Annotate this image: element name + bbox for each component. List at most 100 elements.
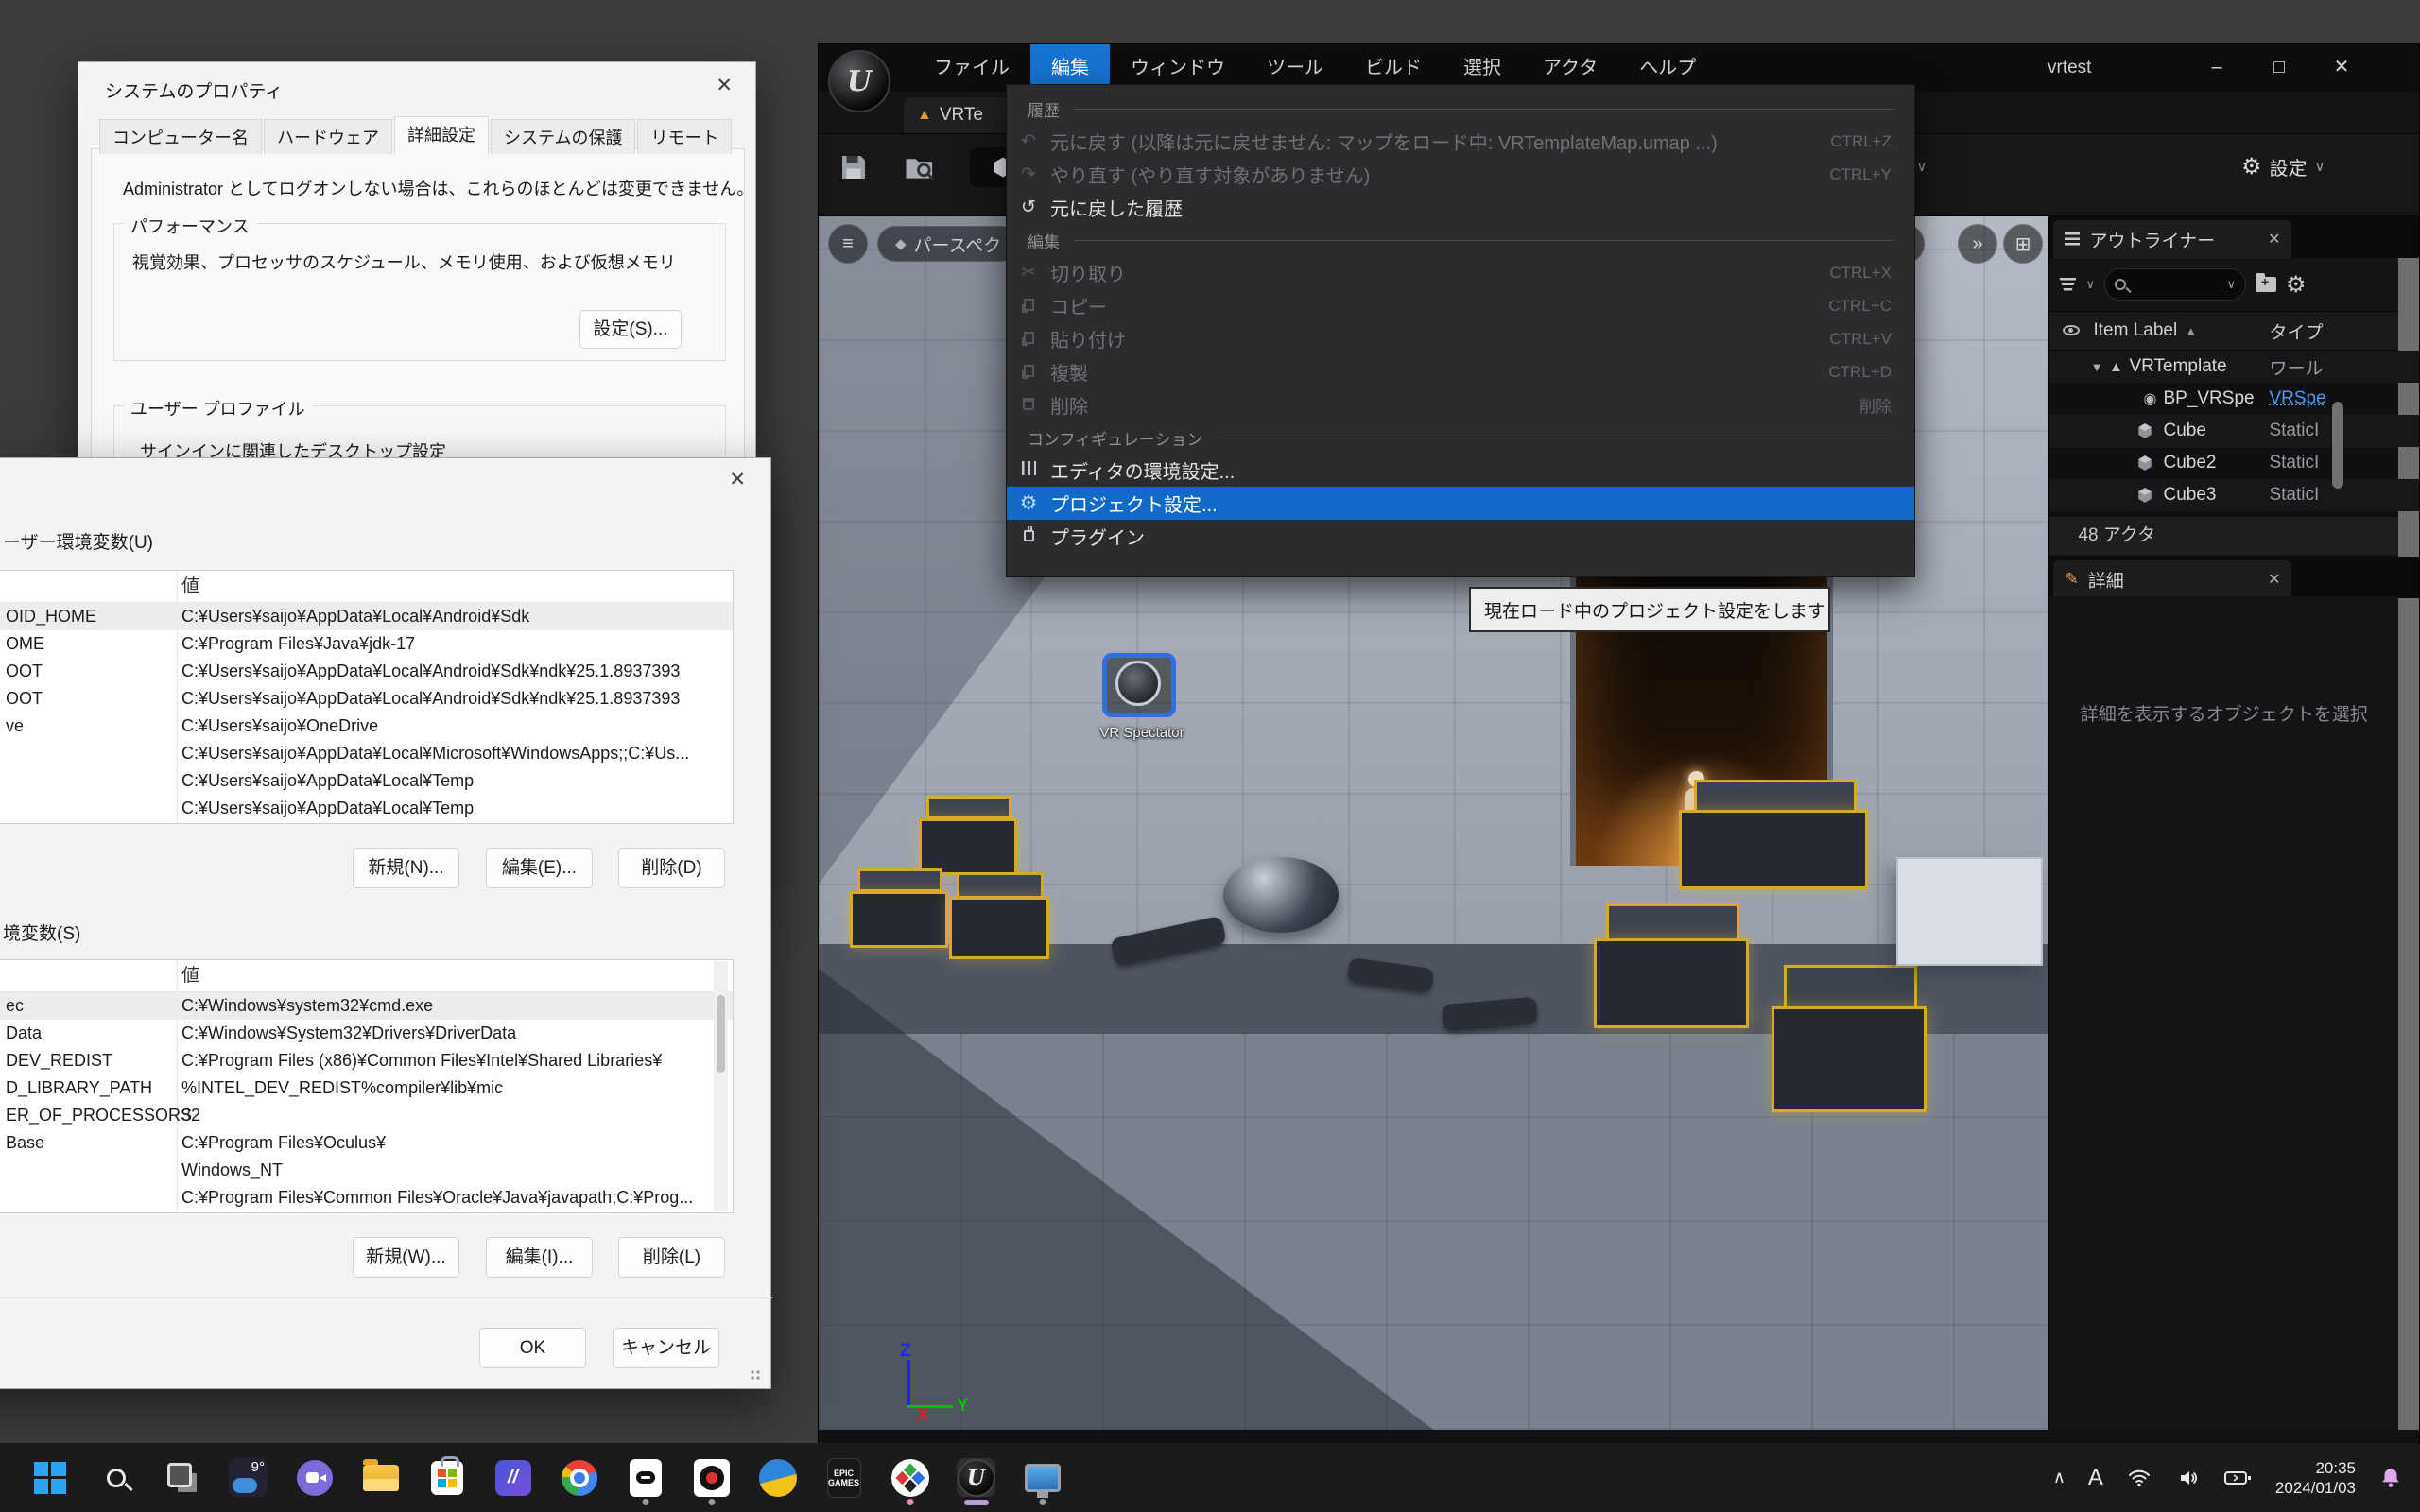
details-tab[interactable]: ✎ 詳細 ✕ [2053,560,2291,598]
env-row[interactable]: ecC:¥Windows¥system32¥cmd.exe [0,992,733,1020]
close-icon[interactable]: ✕ [716,74,733,97]
outliner-search-input[interactable]: ∨ [2104,268,2246,301]
env-row[interactable]: OID_HOMEC:¥Users¥saijo¥AppData¥Local¥And… [0,603,733,630]
outliner-row-cube[interactable]: Cube StaticI [2049,415,2419,447]
developer-hub-button[interactable] [890,1458,929,1497]
menu-item-paste[interactable]: 貼り付け CTRL+V [1007,322,1914,355]
browse-content-button[interactable] [900,147,940,187]
ok-button[interactable]: OK [479,1328,586,1368]
env-row[interactable]: veC:¥Users¥saijo¥OneDrive [0,713,733,740]
minimize-button[interactable]: – [2188,44,2245,92]
ime-indicator[interactable]: A [2088,1465,2103,1491]
close-icon[interactable]: ✕ [2268,570,2280,589]
notification-bell-icon[interactable] [2378,1466,2403,1490]
tab-advanced[interactable]: 詳細設定 [394,116,489,154]
outliner-row-bp-vrspectator[interactable]: ◉ BP_VRSpe VRSpe [2049,383,2419,415]
remote-pc-button[interactable] [1023,1458,1062,1497]
close-icon[interactable]: ✕ [2268,230,2280,249]
env-row[interactable]: D_LIBRARY_PATH%INTEL_DEV_REDIST%compiler… [0,1074,733,1102]
save-button[interactable] [834,147,873,187]
recorder-app-button[interactable] [692,1458,731,1497]
eye-icon[interactable] [2063,325,2080,335]
system-new-button[interactable]: 新規(W)... [353,1237,459,1278]
hidden-icons-button[interactable]: ∧ [2053,1468,2066,1487]
menu-item-editor-preferences[interactable]: エディタの環境設定... [1007,454,1914,487]
tab-remote[interactable]: リモート [637,119,732,154]
file-explorer-button[interactable] [361,1458,400,1497]
env-row[interactable]: C:¥Users¥saijo¥AppData¥Local¥Temp [0,795,733,822]
close-icon[interactable]: ✕ [729,468,746,491]
filter-icon[interactable] [2059,278,2076,291]
env-row[interactable]: C:¥Users¥saijo¥AppData¥Local¥Temp [0,767,733,795]
env-row[interactable]: Windows_NT [0,1157,733,1184]
menu-item-delete[interactable]: 削除 削除 [1007,388,1914,421]
env-row[interactable]: ER_OF_PROCESSORS32 [0,1102,733,1129]
tab-hardware[interactable]: ハードウェア [264,119,392,154]
env-row[interactable]: OMEC:¥Program Files¥Java¥jdk-17 [0,630,733,658]
taskbar-search-button[interactable] [96,1458,135,1497]
menu-item-undo[interactable]: ↶ 元に戻す (以降は元に戻せません: マップをロード中: VRTemplate… [1007,125,1914,158]
clock[interactable]: 20:35 2024/01/03 [2275,1458,2356,1498]
oculus-app-button[interactable] [626,1458,665,1497]
outliner-row-cube3[interactable]: Cube3 StaticI [2049,479,2419,511]
unreal-engine-button[interactable]: U [957,1458,995,1497]
menu-item-plugins[interactable]: プラグイン [1007,520,1914,553]
maximize-button[interactable]: □ [2251,44,2308,92]
wave-app-button[interactable] [758,1458,797,1497]
tab-computer-name[interactable]: コンピューター名 [99,119,262,154]
settings-dropdown[interactable]: ⚙ 設定 ∨ [2241,149,2325,183]
epic-games-button[interactable]: EPIC GAMES [824,1458,863,1497]
vr-spectator-billboard[interactable]: VR Spectator [1098,653,1184,747]
quad-view-button[interactable]: ⊞ [2003,224,2043,264]
menu-item-cut[interactable]: ✂ 切り取り CTRL+X [1007,256,1914,289]
microsoft-store-button[interactable] [427,1458,466,1497]
env-row[interactable]: OOTC:¥Users¥saijo¥AppData¥Local¥Android¥… [0,658,733,685]
row-type-link[interactable]: VRSpe [2269,388,2325,409]
menu-item-undo-history[interactable]: ↺ 元に戻した履歴 [1007,191,1914,224]
performance-settings-button[interactable]: 設定(S)... [579,310,682,349]
chat-app-button[interactable] [295,1458,334,1497]
user-delete-button[interactable]: 削除(D) [618,848,725,888]
tab-system-protection[interactable]: システムの保護 [491,119,635,154]
perspective-selector[interactable]: ◆ パースペク [877,226,1019,262]
system-edit-button[interactable]: 編集(I)... [486,1237,593,1278]
env-row[interactable]: DEV_REDISTC:¥Program Files (x86)¥Common … [0,1047,733,1074]
task-view-button[interactable] [163,1458,201,1497]
battery-icon[interactable] [2224,1468,2253,1488]
type-column[interactable]: タイプ [2269,318,2323,344]
menu-item-copy[interactable]: コピー CTRL+C [1007,289,1914,322]
expander-icon[interactable]: ▼ [2049,360,2102,374]
meta-app-button[interactable]: // [493,1458,532,1497]
user-edit-button[interactable]: 編集(E)... [486,848,593,888]
wifi-icon[interactable] [2126,1467,2152,1489]
maximize-viewport-button[interactable]: » [1958,224,1997,264]
env-row[interactable]: BaseC:¥Program Files¥Oculus¥ [0,1129,733,1157]
env-row[interactable]: C:¥Program Files¥Common Files¥Oracle¥Jav… [0,1184,733,1211]
env-row[interactable]: C:¥Users¥saijo¥AppData¥Local¥Microsoft¥W… [0,740,733,767]
menu-item-duplicate[interactable]: 複製 CTRL+D [1007,355,1914,388]
table-scrollbar[interactable] [714,961,728,1211]
menu-item-redo[interactable]: ↷ やり直す (やり直す対象がありません) CTRL+Y [1007,158,1914,191]
gear-icon[interactable]: ⚙ [2286,271,2307,299]
outliner-row-cube2[interactable]: Cube2 StaticI [2049,447,2419,479]
system-vars-table[interactable]: 値 ecC:¥Windows¥system32¥cmd.exe DataC:¥W… [0,959,734,1213]
menu-item-project-settings[interactable]: ⚙ プロジェクト設定... [1007,487,1914,520]
start-button[interactable] [30,1458,69,1497]
close-button[interactable]: ✕ [2313,44,2370,92]
env-row[interactable]: DataC:¥Windows¥System32¥Drivers¥DriverDa… [0,1020,733,1047]
weather-widget[interactable]: 9° [229,1458,268,1497]
env-row[interactable]: OOTC:¥Users¥saijo¥AppData¥Local¥Android¥… [0,685,733,713]
user-new-button[interactable]: 新規(N)... [353,848,459,888]
resize-grip[interactable] [750,1369,763,1383]
cancel-button[interactable]: キャンセル [613,1328,719,1368]
outliner-scroll-thumb[interactable] [2332,402,2343,489]
chevron-down-icon[interactable]: ∨ [2085,277,2095,292]
item-label-column[interactable]: Item Label [2093,320,2177,341]
viewport-menu-button[interactable]: ≡ [828,224,868,264]
user-vars-table[interactable]: 値 OID_HOMEC:¥Users¥saijo¥AppData¥Local¥A… [0,570,734,824]
outliner-tab[interactable]: アウトライナー ✕ [2053,220,2291,258]
outliner-row-world[interactable]: ▼ ▲ VRTemplate ワール [2049,351,2419,383]
unreal-logo-icon[interactable]: U [828,50,890,112]
volume-icon[interactable] [2175,1467,2202,1489]
system-delete-button[interactable]: 削除(L) [618,1237,725,1278]
